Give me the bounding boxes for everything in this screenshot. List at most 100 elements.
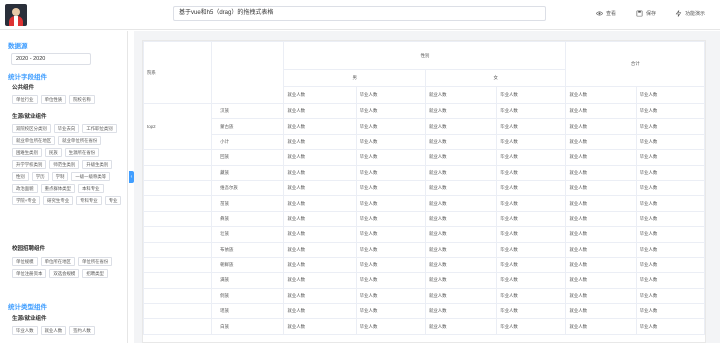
field-chip[interactable]: 单位所在地区 — [40, 257, 75, 266]
metric-cell[interactable]: 就业人数 — [283, 256, 357, 274]
avatar[interactable] — [5, 4, 27, 26]
metric-cell[interactable]: 就业人数 — [424, 164, 498, 181]
field-chip[interactable]: 民族 — [44, 148, 62, 157]
field-chip[interactable]: 学院+专业 — [12, 196, 41, 205]
field-chip[interactable]: 重点群体类型 — [40, 184, 75, 193]
field-chip[interactable]: 性别 — [12, 172, 29, 181]
field-chip[interactable]: 毕业去向 — [53, 124, 80, 133]
metric-cell[interactable]: 就业人数 — [283, 241, 357, 258]
metric-cell[interactable]: 就业人数 — [283, 195, 357, 212]
metric-cell[interactable]: 毕业人数 — [635, 318, 705, 335]
field-chip[interactable]: 升级生类别 — [82, 160, 113, 169]
row-label[interactable]: 侗族 — [211, 287, 285, 305]
metric-cell[interactable]: 就业人数 — [565, 133, 637, 151]
row-label[interactable]: 藏族 — [211, 164, 285, 181]
metric-cell[interactable]: 毕业人数 — [635, 164, 705, 181]
metric-cell[interactable]: 毕业人数 — [635, 195, 705, 212]
metric-cell[interactable]: 毕业人数 — [635, 179, 705, 197]
metric-cell[interactable]: 毕业人数 — [355, 164, 426, 181]
header-male[interactable]: 男 — [283, 69, 426, 87]
group-cell[interactable]: top2 — [143, 102, 213, 151]
metric-cell[interactable]: 就业人数 — [283, 102, 357, 120]
field-chip[interactable]: 单位性质 — [40, 95, 67, 104]
metric-cell[interactable]: 就业人数 — [565, 241, 637, 258]
report-title-input[interactable]: 基于vue和h5（drag）的拖拽式表格 — [173, 6, 546, 21]
header-metric-graduates[interactable]: 毕业人数 — [635, 86, 705, 104]
metric-cell[interactable]: 毕业人数 — [355, 303, 426, 320]
metric-cell[interactable]: 毕业人数 — [355, 287, 426, 305]
field-chip[interactable]: 单位行业 — [12, 95, 38, 104]
field-chip[interactable]: 升学学校类别 — [12, 160, 47, 169]
field-chip[interactable]: 专业 — [104, 196, 122, 205]
metric-cell[interactable]: 毕业人数 — [355, 179, 426, 197]
metric-cell[interactable]: 毕业人数 — [635, 287, 705, 305]
metric-cell[interactable]: 就业人数 — [424, 210, 498, 228]
metric-cell[interactable]: 毕业人数 — [496, 149, 567, 166]
metric-cell[interactable]: 就业人数 — [565, 256, 637, 274]
metric-cell[interactable]: 就业人数 — [565, 210, 637, 228]
field-chip[interactable]: 就业人数 — [40, 326, 67, 335]
field-chip[interactable]: 学历 — [31, 172, 49, 181]
metric-cell[interactable]: 就业人数 — [565, 149, 637, 166]
dataset-select[interactable]: 2020 - 2020 — [11, 53, 91, 65]
metric-cell[interactable]: 就业人数 — [424, 287, 498, 305]
metric-cell[interactable]: 就业人数 — [424, 195, 498, 212]
metric-cell[interactable]: 就业人数 — [283, 179, 357, 197]
metric-cell[interactable]: 毕业人数 — [635, 118, 705, 135]
metric-cell[interactable]: 毕业人数 — [496, 272, 567, 289]
metric-cell[interactable]: 就业人数 — [424, 303, 498, 320]
metric-cell[interactable]: 就业人数 — [283, 272, 357, 289]
header-total[interactable]: 合计 — [565, 41, 705, 87]
header-metric-employed[interactable]: 就业人数 — [565, 86, 637, 104]
metric-cell[interactable]: 毕业人数 — [496, 179, 567, 197]
metric-cell[interactable]: 毕业人数 — [355, 133, 426, 151]
field-chip[interactable]: 政治面貌 — [12, 184, 38, 193]
metric-cell[interactable]: 毕业人数 — [355, 318, 426, 335]
field-chip[interactable]: 困难生类别 — [12, 148, 42, 157]
row-label[interactable]: 回族 — [211, 149, 285, 166]
field-chip[interactable]: 单位注册资本 — [12, 269, 47, 278]
row-label[interactable]: 苗族 — [211, 195, 285, 212]
row-label[interactable]: 满族 — [211, 272, 285, 289]
metric-cell[interactable]: 毕业人数 — [355, 210, 426, 228]
metric-cell[interactable]: 就业人数 — [283, 287, 357, 305]
field-chip[interactable]: 师范生类别 — [49, 160, 80, 169]
metric-cell[interactable]: 就业人数 — [565, 195, 637, 212]
metric-cell[interactable]: 就业人数 — [283, 210, 357, 228]
metric-cell[interactable]: 毕业人数 — [635, 149, 705, 166]
metric-cell[interactable]: 毕业人数 — [496, 241, 567, 258]
metric-cell[interactable]: 就业人数 — [565, 164, 637, 181]
field-chip[interactable]: 院校名称 — [69, 95, 95, 104]
header-college[interactable]: 院系 — [143, 41, 213, 104]
field-chip[interactable]: 招聘类型 — [82, 269, 108, 278]
metric-cell[interactable]: 就业人数 — [283, 318, 357, 335]
field-chip[interactable]: 就业单位所在地区 — [12, 136, 56, 145]
header-female[interactable]: 女 — [424, 69, 567, 87]
metric-cell[interactable]: 毕业人数 — [635, 241, 705, 258]
metric-cell[interactable]: 就业人数 — [565, 272, 637, 289]
metric-cell[interactable]: 毕业人数 — [496, 318, 567, 335]
metric-cell[interactable]: 就业人数 — [283, 149, 357, 166]
metric-cell[interactable]: 就业人数 — [565, 226, 637, 243]
metric-cell[interactable]: 就业人数 — [283, 226, 357, 243]
header-metric-employed[interactable]: 就业人数 — [424, 86, 498, 104]
metric-cell[interactable]: 毕业人数 — [496, 164, 567, 181]
row-label[interactable]: 彝族 — [211, 210, 285, 228]
row-label[interactable]: 朝鲜族 — [211, 256, 285, 274]
metric-cell[interactable]: 毕业人数 — [635, 133, 705, 151]
row-label[interactable]: 壮族 — [211, 226, 285, 243]
field-chip[interactable]: 专科专业 — [76, 196, 102, 205]
metric-cell[interactable]: 毕业人数 — [635, 303, 705, 320]
metric-cell[interactable]: 就业人数 — [424, 149, 498, 166]
field-chip[interactable]: 研究生专业 — [43, 196, 74, 205]
metric-cell[interactable]: 就业人数 — [565, 303, 637, 320]
metric-cell[interactable]: 就业人数 — [424, 226, 498, 243]
row-label[interactable]: 布依族 — [211, 241, 285, 258]
metric-cell[interactable]: 毕业人数 — [496, 226, 567, 243]
metric-cell[interactable]: 就业人数 — [424, 241, 498, 258]
field-chip[interactable]: 就业单位所在省份 — [58, 136, 102, 145]
metric-cell[interactable]: 毕业人数 — [496, 210, 567, 228]
header-gender[interactable]: 性别 — [283, 41, 567, 70]
metric-cell[interactable]: 就业人数 — [565, 318, 637, 335]
metric-cell[interactable]: 毕业人数 — [355, 102, 426, 120]
